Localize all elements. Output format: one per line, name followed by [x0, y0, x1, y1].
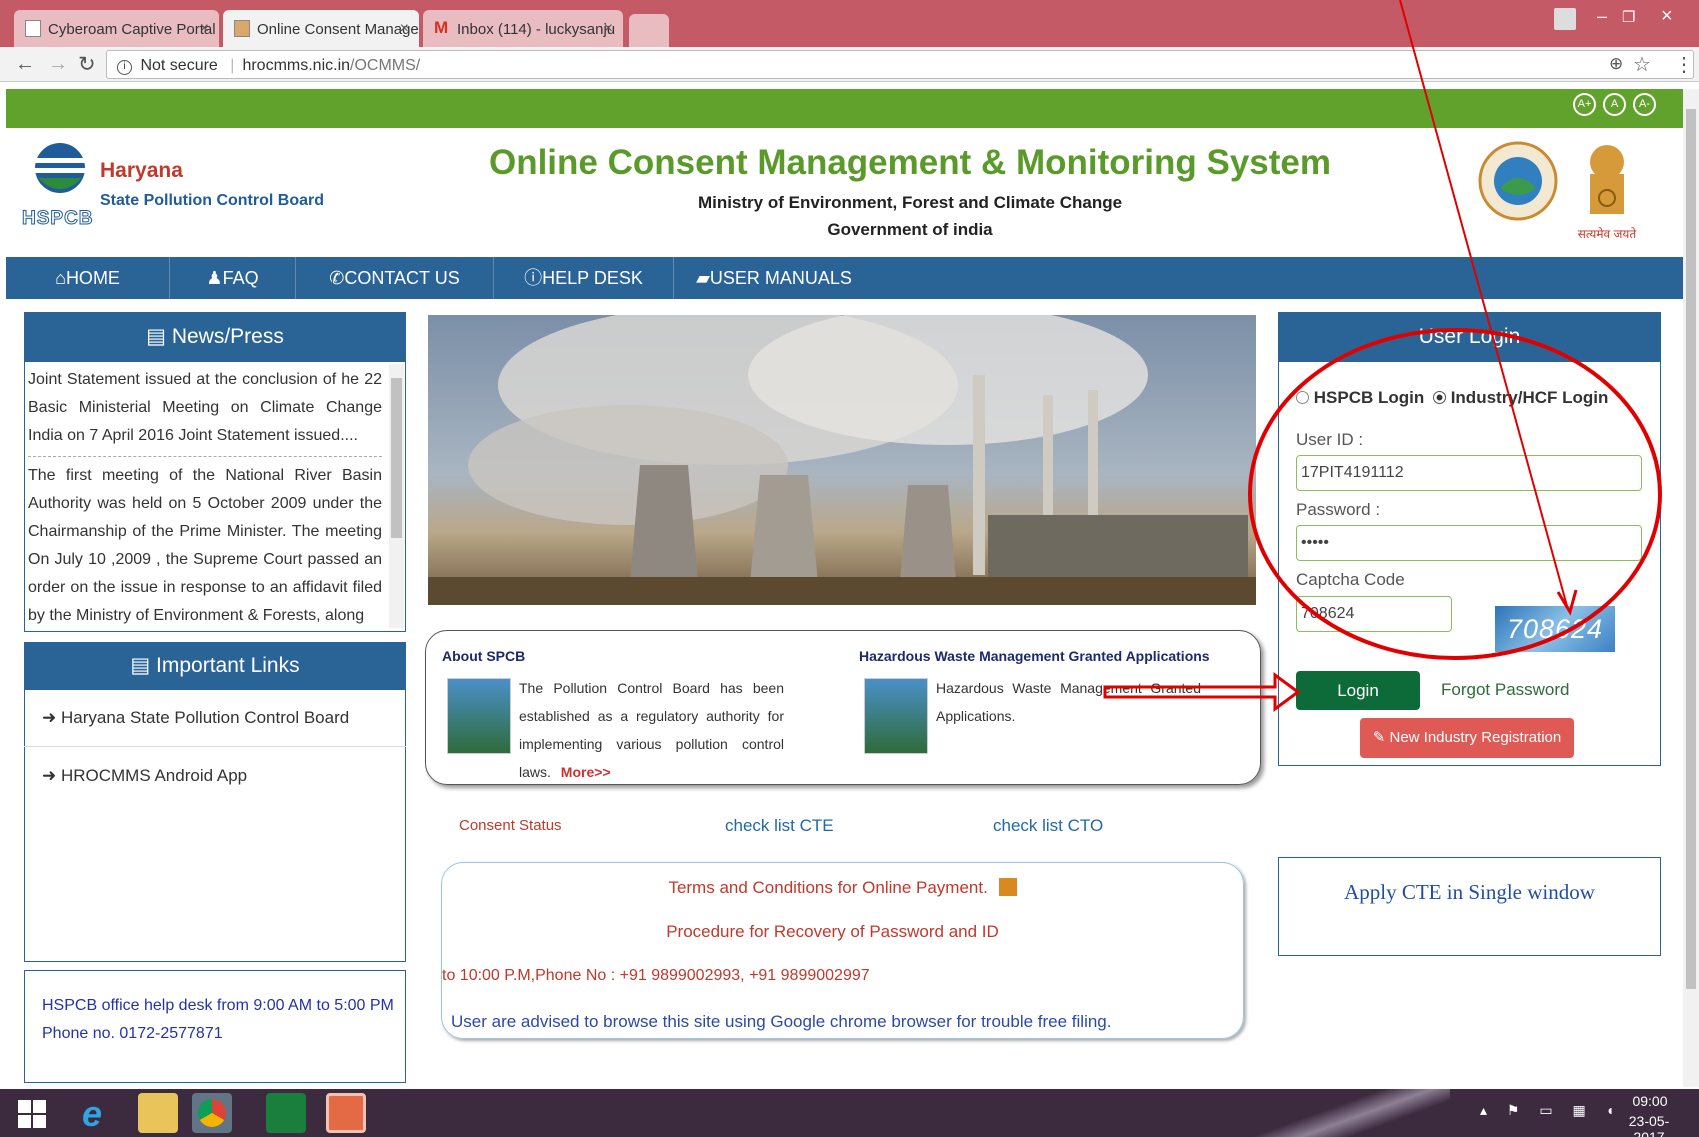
taskbar-glow [1250, 1089, 1450, 1137]
clock-time[interactable]: 09:00 [1620, 1093, 1680, 1109]
system-tray-icons[interactable]: ▴ ⚑ ▭ ▦ ◖ [1480, 1102, 1622, 1119]
annotation-overlay [1103, 0, 1662, 712]
chrome-taskbar-button[interactable] [192, 1093, 232, 1133]
chrome-icon [198, 1099, 226, 1127]
annotation-block-arrow [1103, 672, 1301, 712]
powerpoint-icon[interactable] [326, 1093, 366, 1133]
internet-explorer-icon[interactable]: e [72, 1093, 112, 1134]
store-icon[interactable] [266, 1093, 306, 1133]
annotation-arrow-head [1556, 589, 1578, 616]
clock-date[interactable]: 23-05-2017 [1614, 1113, 1684, 1137]
windows-start-icon[interactable] [18, 1100, 46, 1128]
annotation-arrow-line [1399, 0, 1568, 607]
annotation-ellipse [1248, 328, 1662, 660]
file-explorer-icon[interactable] [138, 1093, 178, 1133]
